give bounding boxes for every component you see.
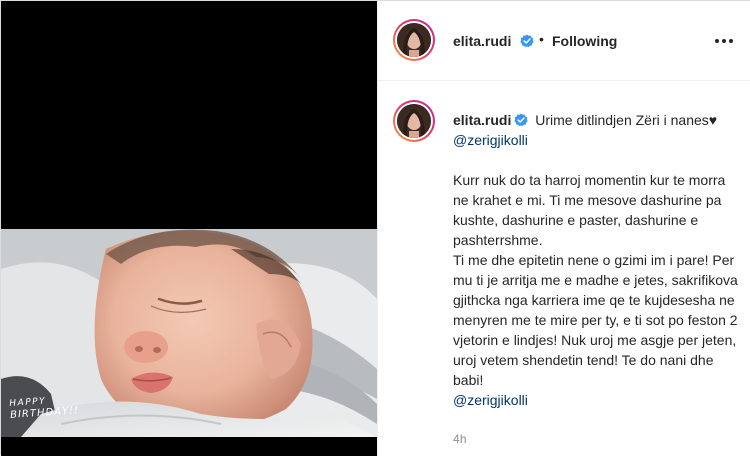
happy-birthday-overlay: HAPPY BIRTHDAY!!: [9, 393, 80, 422]
caption-text: elita.rudi Urime ditlindjen Zëri i nanes…: [453, 110, 738, 410]
more-dot: [729, 39, 733, 43]
heart-icon: ♥: [708, 112, 718, 128]
verified-badge-icon: [520, 34, 534, 48]
caption-intro: Urime ditlindjen Zëri i nanes: [535, 112, 709, 128]
post-header: elita.rudi • Following: [378, 1, 750, 81]
instagram-post: HAPPY BIRTHDAY!! elita.rudi • Following …: [0, 0, 750, 456]
caption-username[interactable]: elita.rudi: [453, 112, 511, 128]
header-username[interactable]: elita.rudi: [453, 33, 511, 49]
mention-link-bottom[interactable]: @zerigjikolli: [453, 390, 738, 410]
avatar[interactable]: [393, 19, 435, 61]
caption-section: elita.rudi Urime ditlindjen Zëri i nanes…: [378, 82, 750, 456]
more-dot: [722, 39, 726, 43]
caption-body: Kurr nuk do ta harroj momentin kur te mo…: [453, 172, 738, 388]
mention-link[interactable]: @zerigjikolli: [453, 132, 528, 148]
post-timestamp[interactable]: 4h: [453, 432, 467, 446]
caption-avatar[interactable]: [393, 100, 435, 142]
post-media[interactable]: HAPPY BIRTHDAY!!: [1, 1, 377, 456]
verified-badge-icon: [514, 113, 528, 127]
following-button[interactable]: Following: [552, 33, 617, 49]
caption-head: elita.rudi Urime ditlindjen Zëri i nanes…: [453, 110, 738, 150]
more-options-icon[interactable]: [714, 33, 734, 49]
follow-separator: •: [539, 31, 544, 47]
caption-avatar-image: [397, 104, 431, 138]
more-dot: [715, 39, 719, 43]
avatar-image: [397, 23, 431, 57]
post-side-panel: elita.rudi • Following elita.rudi Urime …: [377, 1, 750, 456]
